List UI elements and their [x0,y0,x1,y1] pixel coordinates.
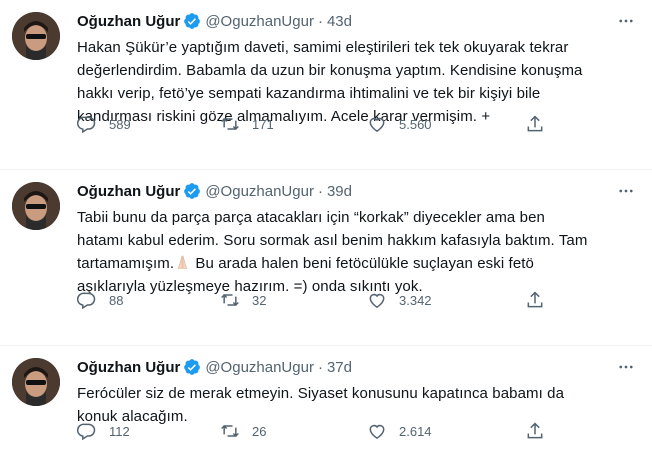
tweet-content: Oğuzhan Uğur @OguzhanUgur · 37d Ferócüle… [77,356,636,428]
like-button[interactable]: 2.614 [367,421,432,441]
share-button[interactable] [525,290,545,310]
avatar-image [12,182,60,230]
reply-count: 88 [109,292,124,308]
tweet-text-line: Hakan Şükür’e yaptığım daveti, samimi el… [77,39,569,56]
retweet-count: 26 [252,423,267,439]
tweet-header: Oğuzhan Uğur @OguzhanUgur · 37d [77,356,636,378]
share-button[interactable] [525,114,545,134]
tweet-text-line: hatamı kabul ederim. Soru sormak asıl be… [77,232,588,249]
like-button[interactable]: 5.560 [367,114,432,134]
verified-badge-icon [184,13,201,29]
tweet[interactable]: Oğuzhan Uğur @OguzhanUgur · 43d Hakan Şü… [0,0,652,170]
tweet-text-fragment: Bu arada halen beni fetöcülükle suçlayan… [191,255,534,272]
author-handle[interactable]: @OguzhanUgur [205,13,314,30]
more-icon[interactable] [616,12,636,30]
tweet-content: Oğuzhan Uğur @OguzhanUgur · 39d Tabii bu… [77,180,636,298]
tweet-time[interactable]: 43d [327,13,352,30]
reply-count: 112 [109,423,130,439]
retweet-count: 32 [252,292,267,308]
folded-hands-emoji-icon [177,255,188,269]
tweet[interactable]: Oğuzhan Uğur @OguzhanUgur · 37d Ferócüle… [0,346,652,474]
retweet-button[interactable]: 171 [220,114,274,134]
separator-dot: · [317,358,323,376]
reply-icon [77,292,96,310]
author-name[interactable]: Oğuzhan Uğur [77,359,180,376]
tweet-text-line: tartamamışım. Bu arada halen beni fetöcü… [77,252,636,275]
tweet[interactable]: Oğuzhan Uğur @OguzhanUgur · 39d Tabii bu… [0,170,652,346]
tweet-text-line: hakkı verip, fetö’ye sempati kazandırma … [77,85,541,102]
more-icon[interactable] [616,182,636,200]
tweet-text-fragment: tartamamışım. [77,255,175,272]
reply-button[interactable]: 88 [77,290,123,310]
avatar[interactable] [12,12,60,60]
reply-button[interactable]: 589 [77,114,131,134]
verified-badge-icon [184,183,201,199]
share-icon [527,291,543,308]
tweet-time[interactable]: 39d [327,183,352,200]
tweet-timeline: Oğuzhan Uğur @OguzhanUgur · 43d Hakan Şü… [0,0,652,474]
retweet-icon [221,424,239,438]
like-count: 2.614 [399,423,432,439]
retweet-count: 171 [252,116,274,132]
share-icon [527,422,543,439]
share-button[interactable] [525,421,545,441]
more-icon[interactable] [616,358,636,376]
heart-icon [369,424,385,439]
author-name[interactable]: Oğuzhan Uğur [77,183,180,200]
retweet-icon [221,293,239,307]
heart-icon [369,117,385,132]
reply-button[interactable]: 112 [77,421,130,441]
heart-icon [369,293,385,308]
author-handle[interactable]: @OguzhanUgur [205,183,314,200]
reply-count: 589 [109,116,131,132]
author-handle[interactable]: @OguzhanUgur [205,359,314,376]
like-count: 3.342 [399,292,432,308]
retweet-button[interactable]: 26 [220,421,266,441]
avatar-image [12,358,60,406]
retweet-icon [221,117,239,131]
avatar[interactable] [12,358,60,406]
tweet-content: Oğuzhan Uğur @OguzhanUgur · 43d Hakan Şü… [77,10,636,128]
reply-icon [77,116,96,134]
tweet-text-line: aşıklarıyla yüzleşmeye hazırım. =) onda … [77,278,423,295]
like-button[interactable]: 3.342 [367,290,432,310]
tweet-text: Ferócüler siz de merak etmeyin. Siyaset … [77,382,636,428]
tweet-text-line: konuk alacağım. [77,408,188,425]
tweet-text: Hakan Şükür’e yaptığım daveti, samimi el… [77,36,636,128]
share-icon [527,115,543,132]
verified-badge-icon [184,359,201,375]
tweet-text-line: değerlendirdim. Babamla da uzun bir konu… [77,62,583,79]
author-name[interactable]: Oğuzhan Uğur [77,13,180,30]
tweet-text-line: Ferócüler siz de merak etmeyin. Siyaset … [77,385,565,402]
tweet-text: Tabii bunu da parça parça atacakları içi… [77,206,636,298]
tweet-time[interactable]: 37d [327,359,352,376]
tweet-header: Oğuzhan Uğur @OguzhanUgur · 39d [77,180,636,202]
separator-dot: · [317,12,323,30]
avatar[interactable] [12,182,60,230]
avatar-image [12,12,60,60]
like-count: 5.560 [399,116,432,132]
separator-dot: · [317,182,323,200]
tweet-header: Oğuzhan Uğur @OguzhanUgur · 43d [77,10,636,32]
reply-icon [77,423,96,441]
tweet-text-line: Tabii bunu da parça parça atacakları içi… [77,209,545,226]
tweet-text-line: kandırması riskini göze almamalıyım. Ace… [77,108,491,125]
retweet-button[interactable]: 32 [220,290,266,310]
